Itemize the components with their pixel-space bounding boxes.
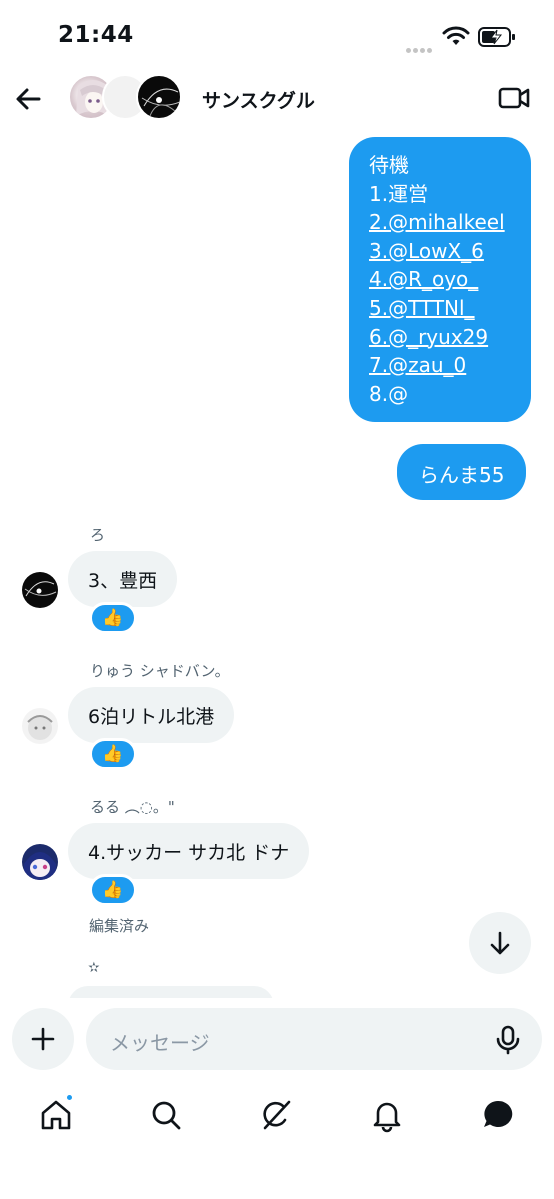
chat-header: サンスクグル	[0, 70, 554, 128]
wifi-icon	[442, 26, 470, 45]
incoming-message[interactable]	[68, 986, 274, 998]
member-avatar	[136, 74, 182, 120]
arrow-down-icon	[490, 931, 510, 955]
group-avatar-stack[interactable]	[68, 74, 186, 122]
mention-link[interactable]: 6.@_ryux29	[369, 323, 511, 352]
sender-avatar[interactable]	[22, 572, 58, 608]
thumbs-up-reaction[interactable]: 👍	[89, 874, 137, 906]
bottom-navigation	[0, 1084, 554, 1148]
outgoing-message[interactable]: 待機 1.運営 2.@mihalkeel 3.@LowX_6 4.@R_oyo_…	[349, 137, 531, 423]
mention-link[interactable]: 7.@zau_0	[369, 351, 511, 380]
incoming-message[interactable]: 4.サッカー サカ北 ドナ	[68, 823, 310, 879]
sender-name: るる ︵◌。"	[90, 798, 175, 816]
group-name[interactable]: サンスクグル	[202, 86, 315, 113]
messages-icon	[484, 1100, 513, 1127]
incoming-message[interactable]: 6泊リトル北港	[68, 687, 235, 743]
sender-name: ✫	[88, 960, 100, 976]
back-arrow-icon[interactable]	[12, 82, 46, 116]
video-camera-icon[interactable]	[498, 84, 530, 112]
message-list[interactable]: 待機 1.運営 2.@mihalkeel 3.@LowX_6 4.@R_oyo_…	[0, 128, 554, 998]
search-icon	[152, 1101, 181, 1130]
scroll-to-bottom-button[interactable]	[469, 912, 531, 974]
message-line: 8.@	[369, 381, 409, 406]
sender-name: ろ	[90, 526, 106, 544]
sender-name: りゅう シャドバン。	[90, 662, 230, 680]
status-bar: 21:44	[0, 0, 554, 70]
grok-icon	[263, 1100, 291, 1130]
battery-charging-icon	[478, 27, 515, 47]
message-placeholder: メッセージ	[110, 1031, 210, 1055]
mention-link[interactable]: 4.@R_oyo_	[369, 265, 511, 294]
notifications-icon	[373, 1102, 401, 1133]
thumbs-up-reaction[interactable]: 👍	[89, 738, 137, 770]
nav-home[interactable]	[37, 1093, 75, 1134]
edited-label: 編集済み	[89, 917, 150, 935]
notification-dot	[65, 1093, 74, 1102]
mention-link[interactable]: 2.@mihalkeel	[369, 208, 511, 237]
incoming-message[interactable]: 3、豊西	[68, 551, 178, 607]
cellular-dots-icon	[406, 38, 436, 53]
mention-link[interactable]: 3.@LowX_6	[369, 237, 511, 266]
thumbs-up-reaction[interactable]: 👍	[89, 602, 137, 634]
nav-notifications[interactable]	[368, 1096, 406, 1134]
message-line: 1.運営	[369, 181, 429, 206]
nav-grok[interactable]	[257, 1096, 295, 1134]
message-input[interactable]: メッセージ	[86, 1008, 542, 1070]
microphone-icon[interactable]	[494, 1025, 522, 1055]
add-attachment-button[interactable]	[12, 1008, 74, 1070]
sender-avatar[interactable]	[22, 844, 58, 880]
message-composer: メッセージ	[0, 1004, 554, 1074]
nav-search[interactable]	[147, 1096, 185, 1134]
nav-messages[interactable]	[479, 1096, 517, 1134]
plus-icon	[31, 1027, 55, 1051]
sender-avatar[interactable]	[22, 708, 58, 744]
status-time: 21:44	[58, 22, 134, 48]
mention-link[interactable]: 5.@TTTNl_	[369, 294, 511, 323]
message-line: 待機	[369, 153, 409, 177]
outgoing-message[interactable]: らんま55	[397, 444, 527, 500]
